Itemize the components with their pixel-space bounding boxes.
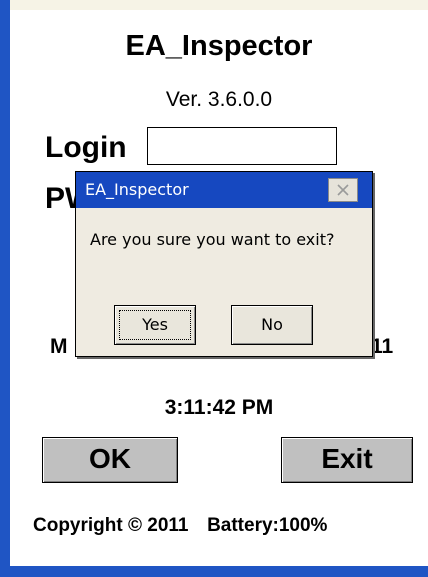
login-label: Login [45,131,127,164]
ok-button[interactable]: OK [42,437,178,483]
no-button[interactable]: No [231,305,313,345]
footer-status: Copyright © 2011 Battery:100% [33,515,327,537]
no-label: No [261,315,283,334]
window-bottom-border [10,566,428,577]
battery-label: Battery:100% [207,515,328,536]
dialog-message: Are you sure you want to exit? [90,230,335,249]
app-title: EA_Inspector [125,30,313,62]
copyright-label: Copyright © 2011 [33,515,189,536]
date-label-right: 11 [371,335,394,358]
window-left-border [0,0,10,577]
date-label-left: M [50,335,68,358]
version-label: Ver. 3.6.0.0 [165,88,273,111]
window-top-strip [10,0,428,10]
dialog-titlebar[interactable]: EA_Inspector [76,172,372,208]
dialog-close-button[interactable] [328,178,358,202]
yes-label: Yes [142,315,168,334]
exit-button[interactable]: Exit [281,437,413,483]
time-label: 3:11:42 PM [164,396,274,419]
exit-confirm-dialog: EA_Inspector Are you sure you want to ex… [75,171,373,357]
login-input[interactable] [147,127,337,165]
app-screen: EA_Inspector Ver. 3.6.0.0 Login PW M 11 … [0,0,428,577]
yes-button[interactable]: Yes [114,305,196,345]
dialog-title: EA_Inspector [85,180,189,199]
close-icon [337,184,349,196]
